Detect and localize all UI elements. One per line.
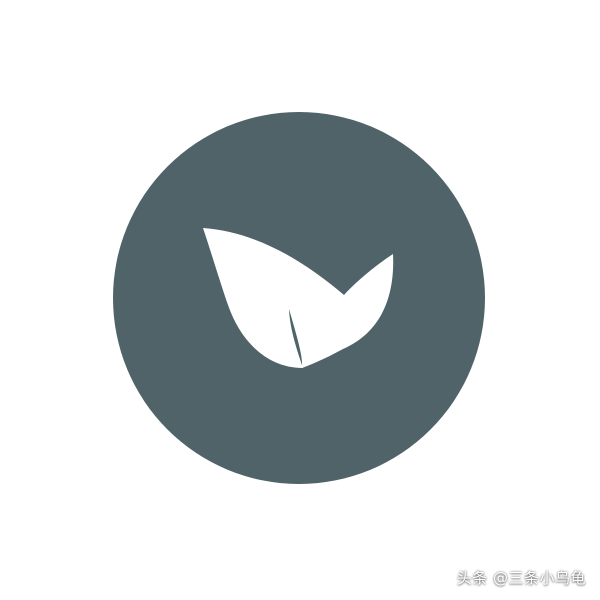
image-canvas: 头条 @三条小乌龟 bbox=[0, 0, 600, 600]
leaf-logo bbox=[113, 112, 485, 484]
watermark-text: 头条 @三条小乌龟 bbox=[456, 569, 586, 587]
